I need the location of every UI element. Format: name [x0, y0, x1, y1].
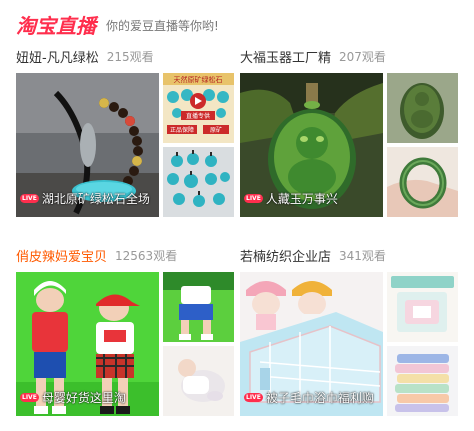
live-card-3[interactable]: 俏皮辣妈爱宝贝 12563观看 LIVE 母婴好货这里淘 [16, 245, 234, 416]
view-count: 12563观看 [115, 248, 178, 263]
anchor-name[interactable]: 大福玉器工厂精 [240, 47, 331, 66]
side-thumbnail-1[interactable]: 天然原矿绿松石 直播专供 正品保障 原矿 [163, 73, 234, 143]
live-badge: LIVE [20, 393, 39, 402]
live-card-2[interactable]: 大福玉器工厂精 207观看 LIVE 人藏玉万事兴 [240, 46, 458, 217]
side-thumbnail-2[interactable] [387, 346, 458, 416]
jade-buddha-image [387, 73, 458, 143]
live-card-4[interactable]: 若楠纺织企业店 341观看 LIVE 被子毛巾浴巾福利购 [240, 245, 458, 416]
poster-subtitle: 直播专供 [186, 112, 210, 120]
towel-stack-image [387, 346, 458, 416]
live-badge: LIVE [244, 393, 263, 402]
anchor-name[interactable]: 妞妞-凡凡绿松 [16, 47, 99, 66]
caption-text: 湖北原矿绿松石全场 [41, 192, 150, 206]
baby-clothes-image [163, 346, 234, 416]
kids-shorts-image [163, 272, 234, 342]
card-header: 俏皮辣妈爱宝贝 12563观看 [16, 245, 177, 265]
taobao-live-logo[interactable]: 淘宝直播 [16, 14, 96, 38]
anchor-name[interactable]: 俏皮辣妈爱宝贝 [16, 246, 107, 265]
main-thumbnail[interactable]: LIVE 人藏玉万事兴 [240, 73, 383, 217]
caption-text: 母婴好货这里淘 [41, 391, 126, 405]
side-thumbnail-1[interactable] [387, 272, 458, 342]
side-thumbnail-1[interactable] [163, 272, 234, 342]
live-caption: LIVE 湖北原矿绿松石全场 [20, 190, 150, 207]
poster-title: 天然原矿绿松石 [174, 75, 223, 84]
live-badge: LIVE [244, 194, 263, 203]
card-header: 大福玉器工厂精 207观看 [240, 46, 386, 66]
live-caption: LIVE 母婴好货这里淘 [20, 389, 126, 406]
main-thumbnail[interactable]: LIVE 湖北原矿绿松石全场 [16, 73, 159, 217]
main-thumbnail[interactable]: LIVE 被子毛巾浴巾福利购 [240, 272, 383, 416]
card-header: 妞妞-凡凡绿松 215观看 [16, 46, 154, 66]
side-thumbnail-1[interactable] [387, 73, 458, 143]
view-count: 207观看 [339, 49, 386, 64]
poster-tag-1: 正品保障 [170, 126, 194, 134]
jade-bangle-image [387, 147, 458, 217]
baby-blanket-image [387, 272, 458, 342]
turquoise-beads-image [163, 147, 234, 217]
anchor-name[interactable]: 若楠纺织企业店 [240, 246, 331, 265]
side-thumbnail-2[interactable] [163, 147, 234, 217]
card-header: 若楠纺织企业店 341观看 [240, 245, 386, 265]
view-count: 215观看 [106, 49, 154, 64]
side-thumbnail-2[interactable] [163, 346, 234, 416]
poster-tag-2: 原矿 [210, 126, 222, 134]
header: 淘宝直播 你的爱豆直播等你哟! [16, 14, 219, 38]
live-caption: LIVE 人藏玉万事兴 [244, 190, 338, 207]
main-thumbnail[interactable]: LIVE 母婴好货这里淘 [16, 272, 159, 416]
live-caption: LIVE 被子毛巾浴巾福利购 [244, 389, 374, 406]
turquoise-poster-image: 天然原矿绿松石 直播专供 正品保障 原矿 [163, 73, 234, 143]
view-count: 341观看 [339, 248, 386, 263]
caption-text: 被子毛巾浴巾福利购 [265, 391, 374, 405]
caption-text: 人藏玉万事兴 [265, 192, 338, 206]
header-slogan: 你的爱豆直播等你哟! [106, 19, 219, 33]
live-card-1[interactable]: 妞妞-凡凡绿松 215观看 LIVE 湖北原矿绿松石全场 天然原矿绿松石 直播专… [16, 46, 234, 217]
side-thumbnail-2[interactable] [387, 147, 458, 217]
live-badge: LIVE [20, 194, 39, 203]
